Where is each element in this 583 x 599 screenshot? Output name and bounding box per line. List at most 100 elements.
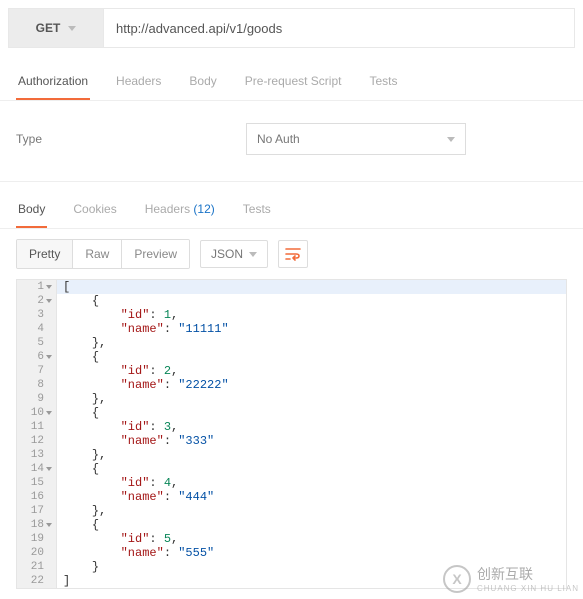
method-label: GET — [36, 21, 61, 35]
code-line: { — [57, 518, 566, 532]
watermark-subtext: CHUANG XIN HU LIAN — [477, 584, 579, 593]
chevron-down-icon — [447, 137, 455, 142]
line-number: 1 — [17, 280, 57, 294]
line-number: 13 — [17, 448, 57, 462]
resp-tab-body[interactable]: Body — [16, 192, 47, 228]
code-row: 19 "id": 5, — [17, 532, 566, 546]
code-line: "id": 4, — [57, 476, 566, 490]
line-number: 7 — [17, 364, 57, 378]
line-number: 18 — [17, 518, 57, 532]
view-raw-button[interactable]: Raw — [73, 240, 122, 268]
fold-icon[interactable] — [46, 299, 52, 303]
watermark-logo: X 创新互联 CHUANG XIN HU LIAN — [443, 564, 579, 593]
code-row: 13 }, — [17, 448, 566, 462]
code-line: "id": 5, — [57, 532, 566, 546]
response-body[interactable]: 1[2 {3 "id": 1,4 "name": "11111"5 },6 {7… — [16, 279, 567, 589]
code-line: }, — [57, 392, 566, 406]
code-line: "name": "555" — [57, 546, 566, 560]
code-row: 14 { — [17, 462, 566, 476]
line-number: 9 — [17, 392, 57, 406]
code-line: { — [57, 294, 566, 308]
tab-tests[interactable]: Tests — [367, 66, 399, 100]
wrap-icon — [285, 247, 301, 261]
tab-authorization[interactable]: Authorization — [16, 66, 90, 100]
resp-headers-count: (12) — [193, 202, 214, 216]
code-row: 2 { — [17, 294, 566, 308]
code-line: { — [57, 350, 566, 364]
code-line: }, — [57, 448, 566, 462]
code-line: "id": 3, — [57, 420, 566, 434]
line-number: 3 — [17, 308, 57, 322]
code-row: 12 "name": "333" — [17, 434, 566, 448]
tab-prerequest[interactable]: Pre-request Script — [243, 66, 344, 100]
line-number: 11 — [17, 420, 57, 434]
code-row: 6 { — [17, 350, 566, 364]
view-bar: Pretty Raw Preview JSON — [0, 229, 583, 279]
line-number: 5 — [17, 336, 57, 350]
tab-body[interactable]: Body — [187, 66, 218, 100]
code-line: { — [57, 406, 566, 420]
line-number: 20 — [17, 546, 57, 560]
fold-icon[interactable] — [46, 285, 52, 289]
line-number: 4 — [17, 322, 57, 336]
line-number: 22 — [17, 574, 57, 588]
view-preview-button[interactable]: Preview — [122, 240, 189, 268]
code-row: 7 "id": 2, — [17, 364, 566, 378]
url-input[interactable] — [104, 9, 574, 47]
code-row: 17 }, — [17, 504, 566, 518]
response-tabs: Body Cookies Headers (12) Tests — [0, 192, 583, 229]
code-row: 1[ — [17, 280, 566, 294]
line-number: 14 — [17, 462, 57, 476]
code-line: "id": 1, — [57, 308, 566, 322]
resp-tab-tests[interactable]: Tests — [241, 192, 273, 228]
line-number: 8 — [17, 378, 57, 392]
fold-icon[interactable] — [46, 411, 52, 415]
code-line: "id": 2, — [57, 364, 566, 378]
view-pretty-button[interactable]: Pretty — [17, 240, 73, 268]
code-row: 8 "name": "22222" — [17, 378, 566, 392]
code-line: "name": "333" — [57, 434, 566, 448]
watermark-text: 创新互联 — [477, 564, 579, 584]
resp-headers-label: Headers — [145, 202, 190, 216]
code-row: 16 "name": "444" — [17, 490, 566, 504]
fold-icon[interactable] — [46, 467, 52, 471]
chevron-down-icon — [249, 252, 257, 257]
auth-selected: No Auth — [257, 132, 300, 146]
code-row: 4 "name": "11111" — [17, 322, 566, 336]
code-row: 3 "id": 1, — [17, 308, 566, 322]
code-line: { — [57, 462, 566, 476]
tab-headers[interactable]: Headers — [114, 66, 163, 100]
request-tabs: Authorization Headers Body Pre-request S… — [0, 66, 583, 101]
code-line: "name": "444" — [57, 490, 566, 504]
code-row: 10 { — [17, 406, 566, 420]
line-number: 2 — [17, 294, 57, 308]
code-row: 11 "id": 3, — [17, 420, 566, 434]
auth-type-select[interactable]: No Auth — [246, 123, 466, 155]
line-number: 19 — [17, 532, 57, 546]
code-line: "name": "22222" — [57, 378, 566, 392]
code-line: }, — [57, 504, 566, 518]
auth-type-label: Type — [16, 132, 246, 146]
line-number: 16 — [17, 490, 57, 504]
fold-icon[interactable] — [46, 355, 52, 359]
line-number: 12 — [17, 434, 57, 448]
code-row: 5 }, — [17, 336, 566, 350]
fold-icon[interactable] — [46, 523, 52, 527]
method-select[interactable]: GET — [9, 9, 104, 47]
line-number: 6 — [17, 350, 57, 364]
format-label: JSON — [211, 247, 243, 261]
line-number: 10 — [17, 406, 57, 420]
line-number: 17 — [17, 504, 57, 518]
resp-tab-headers[interactable]: Headers (12) — [143, 192, 217, 228]
resp-tab-cookies[interactable]: Cookies — [71, 192, 118, 228]
chevron-down-icon — [68, 26, 76, 31]
request-bar: GET — [8, 8, 575, 48]
watermark-icon: X — [443, 565, 471, 593]
code-row: 20 "name": "555" — [17, 546, 566, 560]
wrap-lines-button[interactable] — [278, 240, 308, 268]
format-select[interactable]: JSON — [200, 240, 268, 268]
line-number: 15 — [17, 476, 57, 490]
code-line: "name": "11111" — [57, 322, 566, 336]
line-number: 21 — [17, 560, 57, 574]
code-line: [ — [57, 280, 566, 294]
